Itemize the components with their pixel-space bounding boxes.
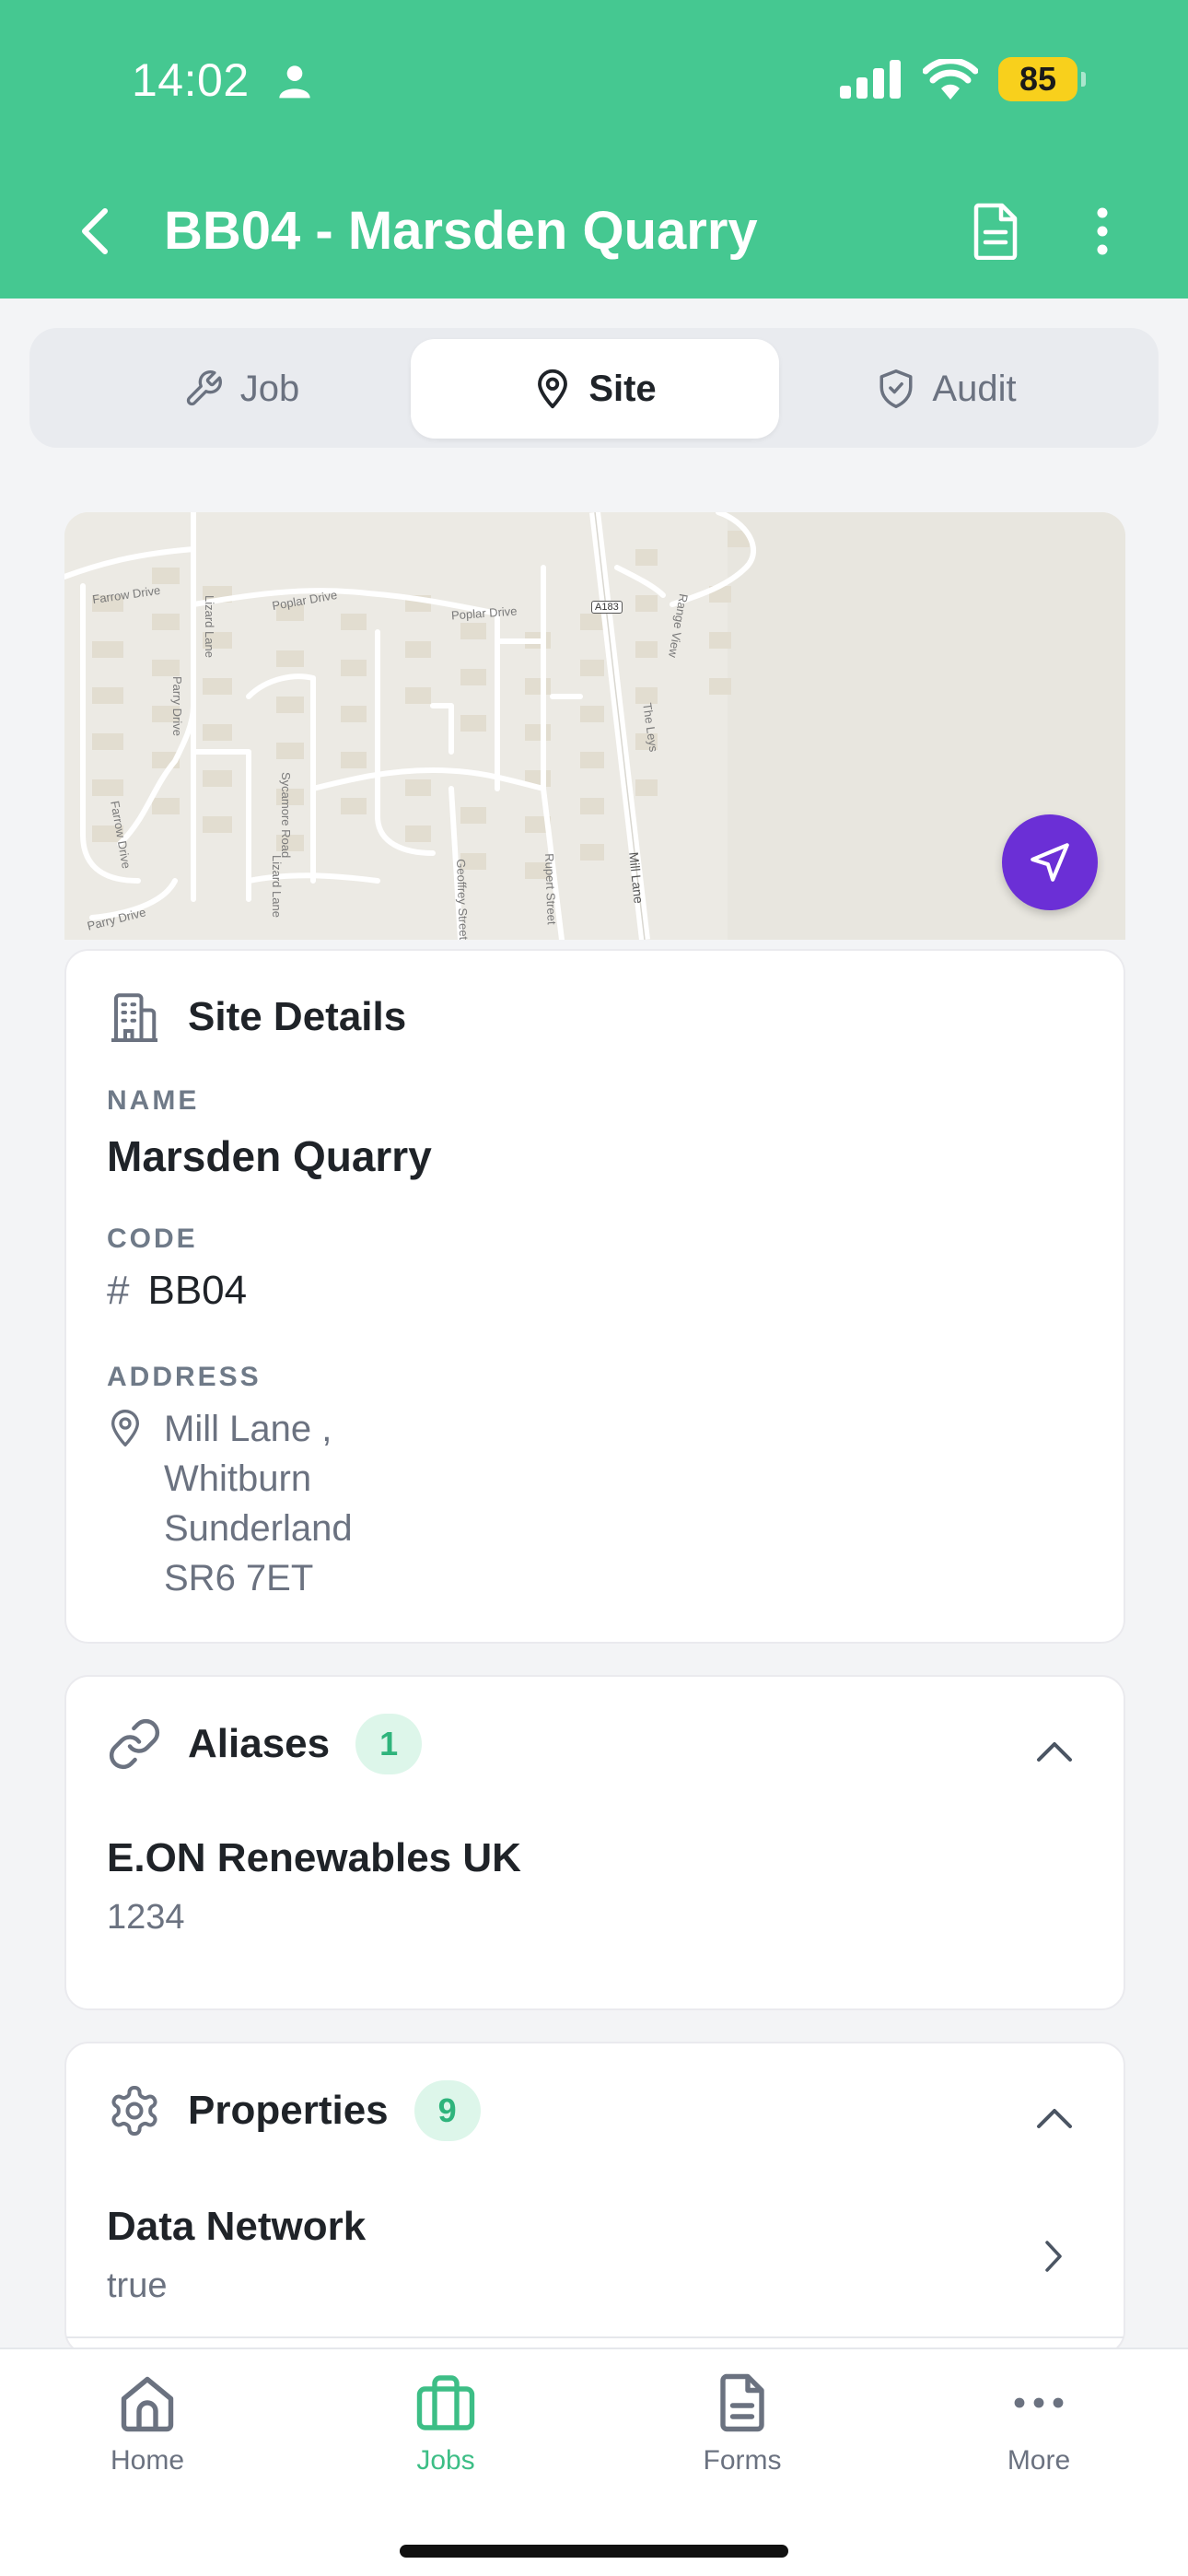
- address-line: Mill Lane ,: [164, 1409, 332, 1449]
- more-options-button[interactable]: [1072, 199, 1133, 263]
- site-name: Marsden Quarry: [107, 1132, 432, 1180]
- address-line: SR6 7ET: [164, 1558, 314, 1598]
- map-label: Lizard Lane: [203, 595, 216, 658]
- address-lines: Mill Lane , Whitburn Sunderland SR6 7ET: [164, 1404, 353, 1603]
- alias-name: E.ON Renewables UK: [107, 1835, 521, 1880]
- document-icon: [973, 203, 1018, 260]
- tab-site-label: Site: [588, 368, 657, 409]
- aliases-card: Aliases 1 E.ON Renewables UK 1234: [64, 1675, 1125, 2010]
- ellipsis-icon: [1014, 2397, 1064, 2408]
- gear-icon: [111, 2086, 157, 2136]
- map-label: Geoffrey Street: [454, 859, 472, 940]
- aliases-count-badge: 1: [355, 1714, 423, 1774]
- page-title: BB04 - Marsden Quarry: [164, 201, 758, 261]
- property-chevron: [1033, 2233, 1074, 2279]
- battery-level: 85: [1019, 60, 1057, 98]
- map-label: Sycamore Road: [279, 772, 293, 859]
- tab-site[interactable]: Site: [411, 339, 779, 439]
- map-label: Rupert Street: [542, 853, 559, 925]
- address-block: Mill Lane , Whitburn Sunderland SR6 7ET: [107, 1404, 353, 1603]
- chevron-up-icon: [1037, 1742, 1072, 1762]
- address-line: Whitburn: [164, 1458, 312, 1499]
- nav-forms-label: Forms: [703, 2445, 782, 2476]
- document-button[interactable]: [965, 199, 1026, 263]
- property-name: Data Network: [107, 2204, 367, 2249]
- property-value: true: [107, 2266, 168, 2305]
- nav-home-label: Home: [110, 2445, 185, 2476]
- status-time: 14:02: [132, 54, 250, 106]
- wifi-icon: [923, 59, 978, 100]
- properties-count-badge: 9: [413, 2080, 481, 2141]
- wrench-icon: [186, 370, 222, 406]
- name-label: NAME: [107, 1085, 200, 1116]
- map-pin-icon: [538, 369, 568, 409]
- map-label: Parry Drive: [170, 676, 184, 737]
- properties-title: Properties: [188, 2088, 389, 2133]
- map-label: A183: [591, 601, 623, 614]
- map-pin-icon: [111, 1410, 139, 1446]
- home-indicator[interactable]: [400, 2545, 788, 2558]
- nav-jobs[interactable]: Jobs: [335, 2370, 556, 2499]
- battery-indicator: 85: [998, 57, 1086, 101]
- site-details-title: Site Details: [188, 994, 407, 1039]
- nav-more[interactable]: More: [928, 2370, 1149, 2499]
- building-icon: [111, 993, 157, 1042]
- properties-header[interactable]: Properties 9: [107, 2080, 481, 2141]
- home-icon: [121, 2376, 174, 2432]
- app-header: 14:02 85 BB04 - Marsden Quarry: [0, 0, 1188, 299]
- tab-audit-label: Audit: [932, 368, 1017, 409]
- alias-code: 1234: [107, 1898, 185, 1937]
- navigate-button[interactable]: [1002, 814, 1098, 910]
- nav-forms[interactable]: Forms: [632, 2370, 853, 2499]
- site-code: BB04: [147, 1268, 248, 1313]
- segmented-tabs: Job Site Audit: [29, 328, 1159, 448]
- tab-job[interactable]: Job: [57, 339, 425, 439]
- tab-audit[interactable]: Audit: [763, 339, 1131, 439]
- back-button[interactable]: [63, 199, 127, 263]
- code-label: CODE: [107, 1224, 198, 1254]
- chevron-left-icon: [82, 208, 108, 254]
- divider: [66, 2336, 1124, 2338]
- properties-card: Properties 9 Data Network true: [64, 2042, 1125, 2355]
- briefcase-icon: [416, 2375, 475, 2430]
- nav-bar: BB04 - Marsden Quarry: [0, 181, 1188, 282]
- tab-job-label: Job: [239, 368, 300, 409]
- property-row[interactable]: Data Network true: [66, 2191, 1124, 2338]
- aliases-header[interactable]: Aliases 1: [107, 1714, 423, 1774]
- site-details-header: Site Details: [107, 989, 406, 1045]
- site-details-card: Site Details NAME Marsden Quarry CODE # …: [64, 949, 1125, 1644]
- chevron-up-icon: [1037, 2109, 1072, 2128]
- document-icon: [720, 2373, 764, 2432]
- status-indicators: 85: [840, 57, 1086, 101]
- navigation-arrow-icon: [1031, 843, 1069, 882]
- map-streets: [64, 512, 1125, 940]
- map-label: Lizard Lane: [270, 855, 284, 918]
- nav-jobs-label: Jobs: [416, 2445, 475, 2476]
- nav-more-label: More: [1007, 2445, 1071, 2476]
- bottom-nav: Home Jobs Forms More: [0, 2348, 1188, 2576]
- hash-icon: #: [107, 1268, 130, 1313]
- address-line: Sunderland: [164, 1508, 353, 1549]
- address-label: ADDRESS: [107, 1362, 262, 1392]
- aliases-title: Aliases: [188, 1721, 331, 1766]
- code-row: # BB04: [107, 1268, 247, 1314]
- chevron-right-icon: [1045, 2241, 1062, 2272]
- aliases-collapse-button[interactable]: [1031, 1728, 1077, 1774]
- properties-collapse-button[interactable]: [1031, 2095, 1077, 2141]
- person-icon: [279, 65, 310, 99]
- shield-icon: [879, 369, 913, 408]
- signal-icon: [840, 60, 901, 99]
- link-icon: [109, 1718, 160, 1770]
- vertical-ellipsis-icon: [1097, 207, 1108, 255]
- site-map[interactable]: Farrow Drive Lizard Lane Poplar Drive Po…: [64, 512, 1125, 940]
- nav-home[interactable]: Home: [37, 2370, 258, 2499]
